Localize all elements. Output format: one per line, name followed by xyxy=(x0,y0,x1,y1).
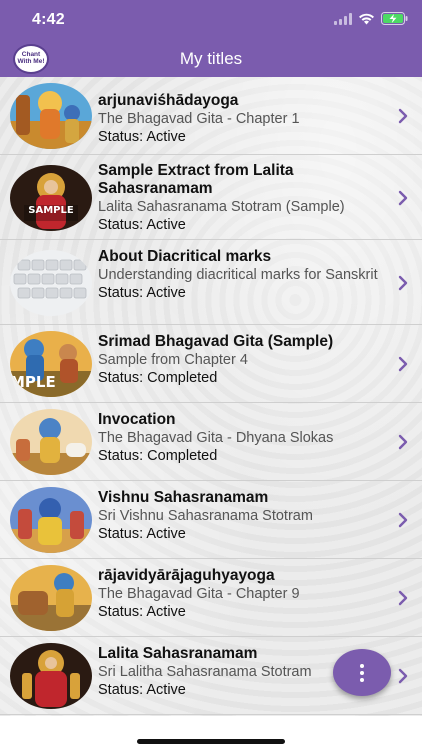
item-text: arjunaviśhādayoga The Bhagavad Gita - Ch… xyxy=(98,92,384,147)
item-subtitle: The Bhagavad Gita - Chapter 9 xyxy=(98,586,300,602)
list-item[interactable]: arjunaviśhādayoga The Bhagavad Gita - Ch… xyxy=(0,77,422,155)
page-title: My titles xyxy=(179,49,243,68)
item-status: Status: Active xyxy=(98,604,186,620)
app-header: 4:42 Chant With Me! My titles xyxy=(0,0,422,77)
item-status: Status: Active xyxy=(98,285,186,301)
item-subtitle: Lalita Sahasranama Stotram (Sample) xyxy=(98,199,345,215)
item-title: rājavidyārājaguhyayoga xyxy=(98,567,275,584)
item-subtitle: The Bhagavad Gita - Dhyana Slokas xyxy=(98,430,334,446)
item-status: Status: Active xyxy=(98,129,186,145)
more-vertical-icon-dot xyxy=(360,677,364,682)
chevron-right-icon[interactable] xyxy=(396,589,410,607)
title-thumbnail xyxy=(10,83,92,149)
more-options-button[interactable] xyxy=(333,649,391,696)
wifi-icon xyxy=(359,13,374,24)
chevron-right-icon[interactable] xyxy=(396,667,410,685)
item-subtitle: The Bhagavad Gita - Chapter 1 xyxy=(98,111,300,127)
title-thumbnail xyxy=(10,487,92,553)
home-indicator[interactable] xyxy=(137,739,285,744)
item-text: About Diacritical marks Understanding di… xyxy=(98,248,384,303)
sample-watermark: SAMPLE xyxy=(28,205,74,216)
chevron-right-icon[interactable] xyxy=(396,189,410,207)
item-title: Vishnu Sahasranamam xyxy=(98,489,269,506)
status-bar: 4:42 xyxy=(0,0,422,40)
item-text: Invocation The Bhagavad Gita - Dhyana Sl… xyxy=(98,411,384,466)
item-title: Srimad Bhagavad Gita (Sample) xyxy=(98,333,334,350)
item-text: rājavidyārājaguhyayoga The Bhagavad Gita… xyxy=(98,567,384,622)
list-item[interactable]: Invocation The Bhagavad Gita - Dhyana Sl… xyxy=(0,403,422,481)
list-item[interactable]: About Diacritical marks Understanding di… xyxy=(0,240,422,325)
item-title: Invocation xyxy=(98,411,176,428)
item-status: Status: Completed xyxy=(98,370,218,386)
title-thumbnail xyxy=(10,409,92,475)
chevron-right-icon[interactable] xyxy=(396,355,410,373)
item-subtitle: Understanding diacritical marks for Sans… xyxy=(98,267,378,283)
titles-list: arjunaviśhādayoga The Bhagavad Gita - Ch… xyxy=(0,77,422,715)
chevron-right-icon[interactable] xyxy=(396,274,410,292)
list-item[interactable]: MPLE Srimad Bhagavad Gita (Sample) Sampl… xyxy=(0,325,422,403)
status-time: 4:42 xyxy=(32,11,65,28)
item-status: Status: Completed xyxy=(98,448,218,464)
item-subtitle: Sri Vishnu Sahasranama Stotram xyxy=(98,508,313,524)
list-item[interactable]: rājavidyārājaguhyayoga The Bhagavad Gita… xyxy=(0,559,422,637)
item-title: About Diacritical marks xyxy=(98,248,272,265)
item-title: Sample Extract from Lalita Sahasranamam xyxy=(98,162,294,197)
title-thumbnail xyxy=(10,565,92,631)
title-thumbnail: SAMPLE xyxy=(10,165,92,231)
item-text: Srimad Bhagavad Gita (Sample) Sample fro… xyxy=(98,333,384,388)
item-subtitle: Sample from Chapter 4 xyxy=(98,352,248,368)
list-item[interactable]: SAMPLE Sample Extract from Lalita Sahasr… xyxy=(0,155,422,240)
chevron-right-icon[interactable] xyxy=(396,107,410,125)
item-status: Status: Active xyxy=(98,217,186,233)
battery-charging-icon xyxy=(381,12,408,25)
item-text: Sample Extract from Lalita Sahasranamam … xyxy=(98,162,384,235)
more-vertical-icon-dot xyxy=(360,670,364,675)
title-thumbnail xyxy=(10,643,92,709)
more-vertical-icon-dot xyxy=(360,663,364,668)
title-thumbnail xyxy=(10,250,92,316)
list-item[interactable]: Vishnu Sahasranamam Sri Vishnu Sahasrana… xyxy=(0,481,422,559)
item-title: arjunaviśhādayoga xyxy=(98,92,239,109)
item-status: Status: Active xyxy=(98,526,186,542)
bottom-safe-area xyxy=(0,716,422,750)
status-icons xyxy=(334,12,408,25)
signal-icon xyxy=(334,12,352,25)
title-thumbnail: MPLE xyxy=(10,331,92,397)
chevron-right-icon[interactable] xyxy=(396,433,410,451)
item-text: Vishnu Sahasranamam Sri Vishnu Sahasrana… xyxy=(98,489,384,544)
sample-watermark: MPLE xyxy=(10,373,56,391)
chevron-right-icon[interactable] xyxy=(396,511,410,529)
